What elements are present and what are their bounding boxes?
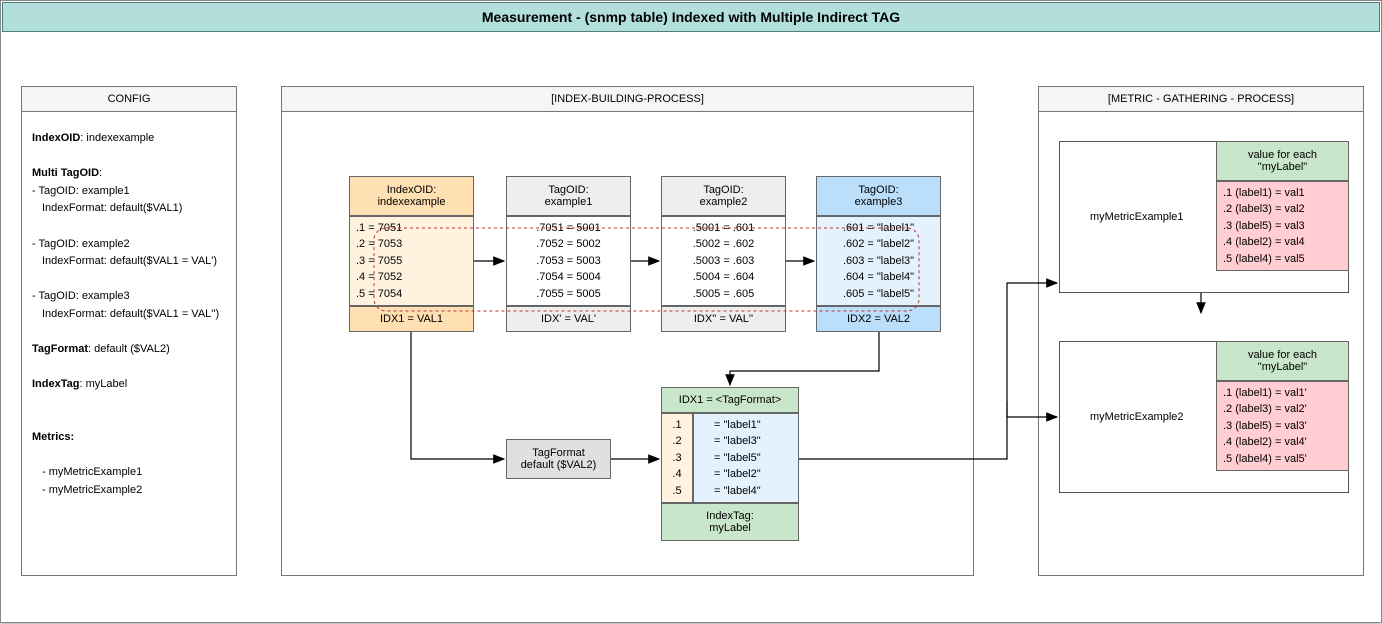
ibp-result-vals: = "label1" = "label3" = "label5" = "labe… (693, 413, 799, 503)
config-metric2: - myMetricExample2 (32, 482, 226, 500)
config-indextag-label: IndexTag (32, 378, 79, 390)
config-indextag-value: : myLabel (79, 378, 127, 390)
ibp-col3-rows: .5001 = .601 .5002 = .602 .5003 = .603 .… (661, 216, 786, 306)
config-tagformat-value: : default ($VAL2) (88, 343, 170, 355)
ibp-tagformat-box: TagFormat default ($VAL2) (506, 439, 611, 479)
ibp-result-idx: .1 .2 .3 .4 .5 (661, 413, 693, 503)
ibp-col2-rows: .7051 = 5001 .7052 = 5002 .7053 = 5003 .… (506, 216, 631, 306)
config-metric1: - myMetricExample1 (32, 464, 226, 482)
config-tag3-l1: - TagOID: example3 (32, 288, 226, 306)
ibp-result-footer: IndexTag: myLabel (661, 503, 799, 541)
config-multitag-label: Multi TagOID (32, 167, 99, 179)
config-indexoid-value: : indexexample (80, 132, 154, 144)
ibp-result-header: IDX1 = <TagFormat> (661, 387, 799, 413)
ibp-col2-header: TagOID: example1 (506, 176, 631, 216)
config-tag1-l1: - TagOID: example1 (32, 183, 226, 201)
page-title: Measurement - (snmp table) Indexed with … (2, 2, 1380, 32)
mgp-metric2-sub: value for each "myLabel" (1216, 341, 1349, 381)
config-tagformat-label: TagFormat (32, 343, 88, 355)
config-panel: CONFIG IndexOID: indexexample Multi TagO… (21, 86, 237, 576)
ibp-col3-footer: IDX'' = VAL'' (661, 306, 786, 332)
config-tag1-l2: IndexFormat: default($VAL1) (32, 200, 226, 218)
mgp-metric2-name: myMetricExample2 (1090, 411, 1184, 423)
config-tag2-l1: - TagOID: example2 (32, 236, 226, 254)
config-tag3-l2: IndexFormat: default($VAL1 = VAL'') (32, 306, 226, 324)
mgp-metric1-sub: value for each "myLabel" (1216, 141, 1349, 181)
ibp-col1-footer: IDX1 = VAL1 (349, 306, 474, 332)
ibp-col2-footer: IDX' = VAL' (506, 306, 631, 332)
mgp-metric2-rows: .1 (label1) = val1' .2 (label3) = val2' … (1216, 381, 1349, 471)
ibp-header: [INDEX-BUILDING-PROCESS] (282, 87, 973, 112)
config-tag2-l2: IndexFormat: default($VAL1 = VAL') (32, 253, 226, 271)
diagram-page: Measurement - (snmp table) Indexed with … (0, 0, 1382, 623)
ibp-col1-rows: .1 = 7051 .2 = 7053 .3 = 7055 .4 = 7052 … (349, 216, 474, 306)
ibp-col3-header: TagOID: example2 (661, 176, 786, 216)
config-indexoid-label: IndexOID (32, 132, 80, 144)
ibp-col4-footer: IDX2 = VAL2 (816, 306, 941, 332)
mgp-metric1-rows: .1 (label1) = val1 .2 (label3) = val2 .3… (1216, 181, 1349, 271)
mgp-header: [METRIC - GATHERING - PROCESS] (1039, 87, 1363, 112)
config-header: CONFIG (22, 87, 236, 112)
config-metrics-label: Metrics: (32, 431, 74, 443)
ibp-col1-header: IndexOID: indexexample (349, 176, 474, 216)
mgp-metric1-name: myMetricExample1 (1090, 211, 1184, 223)
config-body: IndexOID: indexexample Multi TagOID: - T… (22, 112, 236, 517)
ibp-col4-header: TagOID: example3 (816, 176, 941, 216)
ibp-col4-rows: .601 = "label1" .602 = "label2" .603 = "… (816, 216, 941, 306)
